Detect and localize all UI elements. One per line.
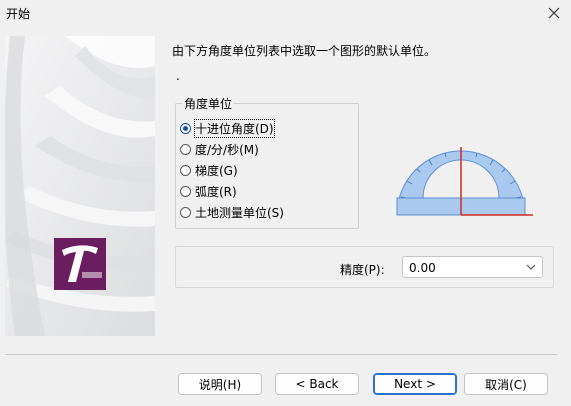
radio-gradians[interactable]: 梯度(G) bbox=[180, 161, 238, 179]
window-title: 开始 bbox=[6, 7, 31, 21]
instruction-text: 由下方角度单位列表中选取一个图形的默认单位。 bbox=[172, 44, 437, 58]
radio-decimal-degrees[interactable]: 十进位角度(D) bbox=[180, 118, 275, 138]
radio-button[interactable] bbox=[180, 164, 191, 176]
back-button[interactable]: < Back bbox=[275, 373, 359, 395]
wizard-side-image bbox=[5, 36, 155, 336]
title-bar: 开始 bbox=[0, 0, 571, 26]
radio-button[interactable] bbox=[180, 206, 191, 218]
instruction-dot: . bbox=[176, 69, 180, 83]
radio-button[interactable] bbox=[180, 143, 191, 155]
radio-label: 十进位角度(D) bbox=[194, 118, 275, 138]
radio-label: 弧度(R) bbox=[195, 184, 237, 199]
angle-units-group-label: 角度单位 bbox=[182, 95, 235, 112]
radio-radians[interactable]: 弧度(R) bbox=[180, 182, 237, 200]
button-separator bbox=[5, 354, 557, 355]
next-button[interactable]: Next > bbox=[373, 373, 457, 395]
cancel-button[interactable]: 取消(C) bbox=[464, 373, 548, 395]
radio-surveyor-units[interactable]: 土地测量单位(S) bbox=[180, 203, 284, 221]
close-button[interactable] bbox=[543, 2, 565, 24]
wizard-content: 由下方角度单位列表中选取一个图形的默认单位。 . 角度单位 十进位角度(D) 度… bbox=[0, 26, 571, 406]
angle-units-group: 角度单位 十进位角度(D) 度/分/秒(M) 梯度(G) 弧度(R) 土地测量单… bbox=[175, 95, 359, 229]
close-icon bbox=[548, 7, 560, 19]
radio-deg-min-sec[interactable]: 度/分/秒(M) bbox=[180, 140, 259, 158]
precision-dropdown[interactable]: 0.00 bbox=[402, 256, 543, 278]
help-button[interactable]: 说明(H) bbox=[178, 373, 262, 395]
radio-label: 度/分/秒(M) bbox=[195, 142, 259, 157]
precision-panel: 精度(P): 0.00 bbox=[175, 246, 554, 288]
radio-button-selected[interactable] bbox=[180, 122, 191, 134]
precision-value: 0.00 bbox=[409, 261, 436, 275]
radio-button[interactable] bbox=[180, 185, 191, 197]
chevron-down-icon bbox=[526, 264, 536, 270]
spiral-staircase-image bbox=[5, 36, 155, 336]
app-logo bbox=[54, 238, 106, 290]
radio-label: 土地测量单位(S) bbox=[195, 205, 284, 220]
protractor-illustration bbox=[396, 147, 533, 216]
precision-label: 精度(P): bbox=[340, 263, 385, 277]
radio-label: 梯度(G) bbox=[195, 163, 238, 178]
